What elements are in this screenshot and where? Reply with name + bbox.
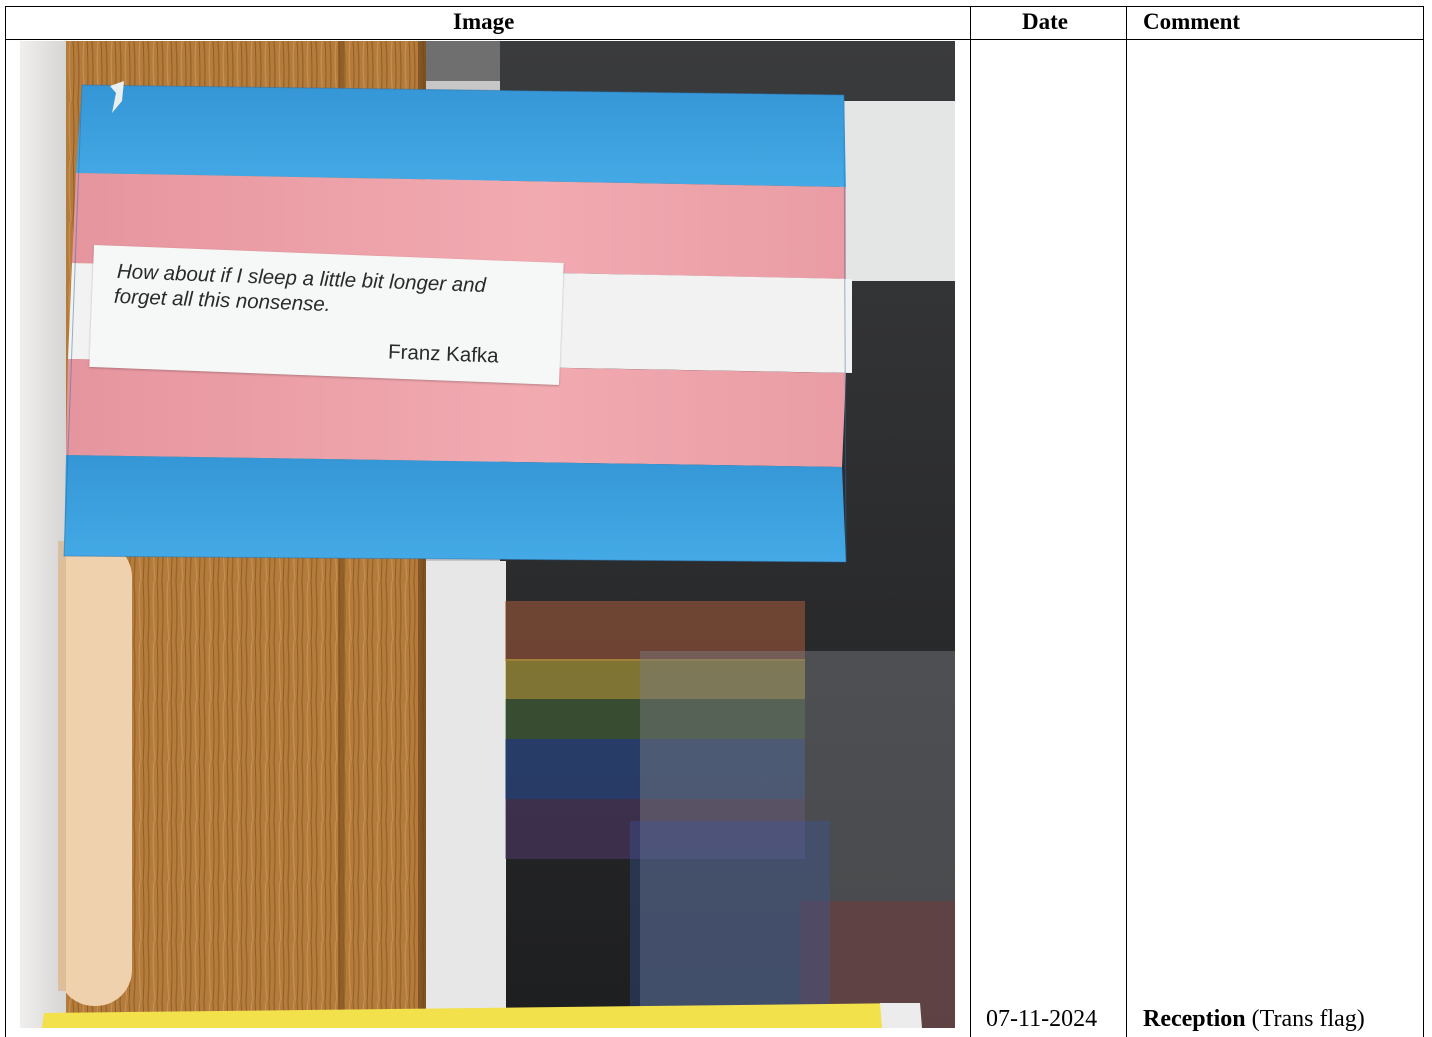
column-divider-comment — [1126, 6, 1127, 1037]
header-image: Image — [453, 9, 515, 34]
table-right-border — [1423, 6, 1424, 1037]
row-date: 07-11-2024 — [986, 1006, 1098, 1032]
comment-location: Reception — [1143, 1006, 1246, 1032]
table-left-border — [5, 6, 6, 1037]
column-divider-date — [970, 6, 971, 1037]
row-comment: Reception (Trans flag) — [1143, 1005, 1365, 1033]
header-date: Date — [1022, 9, 1068, 34]
comment-detail: (Trans flag) — [1245, 1006, 1365, 1032]
header-bottom-border — [5, 39, 1424, 40]
kafka-quote-paper: How about if I sleep a little bit longer… — [89, 245, 564, 385]
quote-author: Franz Kafka — [387, 340, 500, 368]
header-comment: Comment — [1143, 9, 1241, 34]
trans-flag-photo — [20, 41, 955, 1028]
